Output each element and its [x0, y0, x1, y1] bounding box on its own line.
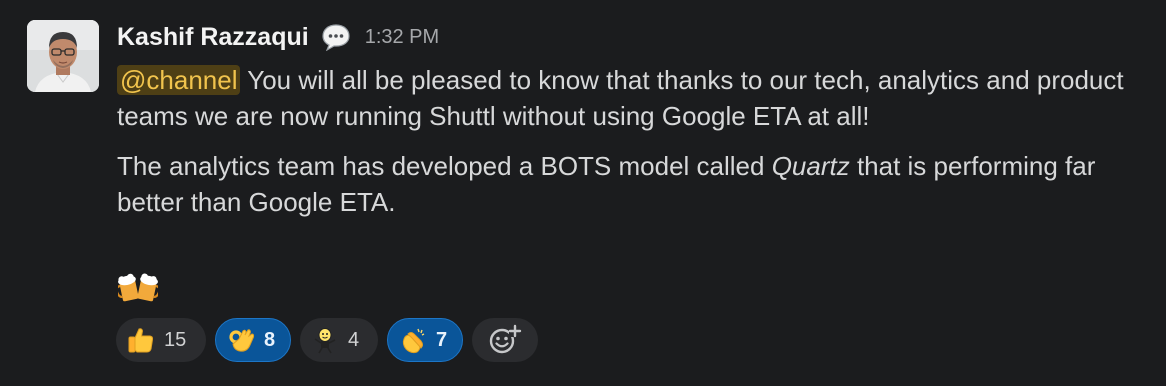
reaction-count: 15 — [164, 328, 187, 351]
message-paragraph-2: The analytics team has developed a BOTS … — [117, 148, 1162, 220]
ok-hand-icon — [229, 329, 255, 352]
reaction-count: 8 — [264, 328, 276, 351]
paragraph-1-text: You will all be pleased to know that tha… — [117, 65, 1124, 131]
add-reaction-icon — [489, 324, 522, 354]
message-header: Kashif Razzaqui 1:32 PM — [117, 18, 439, 56]
avatar[interactable] — [27, 20, 99, 92]
message-timestamp[interactable]: 1:32 PM — [365, 26, 439, 49]
message: Kashif Razzaqui 1:32 PM @channel You wil… — [0, 0, 1166, 386]
message-paragraph-1: @channel You will all be pleased to know… — [117, 62, 1162, 134]
add-reaction-button[interactable] — [472, 318, 538, 362]
thumbs-up-icon — [128, 328, 154, 353]
beers-icon — [115, 268, 161, 304]
reactions-bar: 15 8 4 7 — [116, 318, 538, 362]
reaction-ok-hand[interactable]: 8 — [215, 318, 291, 362]
author-name[interactable]: Kashif Razzaqui — [117, 23, 309, 52]
dancing-figure-icon — [314, 328, 336, 354]
reaction-count: 7 — [436, 328, 448, 351]
reaction-thumbs-up[interactable]: 15 — [116, 318, 206, 362]
message-body: @channel You will all be pleased to know… — [117, 62, 1162, 234]
paragraph-2-text-start: The analytics team has developed a BOTS … — [117, 151, 772, 181]
avatar-photo — [27, 20, 99, 92]
channel-mention[interactable]: @channel — [117, 65, 241, 95]
speech-bubble-icon[interactable] — [319, 20, 353, 54]
clapping-hands-icon — [402, 328, 425, 354]
reaction-count: 4 — [348, 328, 360, 351]
model-name: Quartz — [771, 151, 850, 181]
reaction-dancing-figure[interactable]: 4 — [300, 318, 378, 362]
reaction-clapping-hands[interactable]: 7 — [387, 318, 463, 362]
